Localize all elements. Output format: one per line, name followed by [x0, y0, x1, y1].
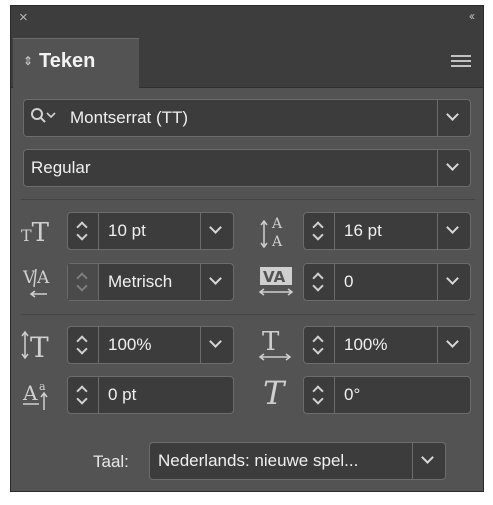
horizontal-scale-value: 100%: [344, 335, 388, 354]
chevron-down-icon: [421, 451, 434, 464]
language-label: Taal:: [93, 452, 129, 471]
font-size-icon: TT: [21, 218, 50, 248]
kerning-field[interactable]: Metrisch: [67, 263, 234, 301]
horizontal-scale-dropdown-button[interactable]: [437, 327, 470, 363]
font-style-dropdown-button[interactable]: [437, 150, 470, 186]
kerning-dropdown-button[interactable]: [200, 264, 233, 300]
chevron-down-icon: [209, 272, 222, 285]
character-panel: × ‹‹ ⇕ Teken Montserrat (TT) Regular TT …: [10, 5, 484, 492]
tracking-stepper[interactable]: [304, 264, 335, 300]
vertical-scale-field[interactable]: 100%: [67, 326, 234, 364]
font-style-dropdown[interactable]: Regular: [23, 149, 471, 187]
chevron-down-icon: [446, 108, 459, 121]
language-dropdown[interactable]: Nederlands: nieuwe spel...: [149, 442, 446, 480]
svg-text:T: T: [262, 327, 280, 357]
language-dropdown-button[interactable]: [412, 443, 445, 479]
leading-icon: A A: [260, 216, 283, 250]
tab-teken[interactable]: ⇕ Teken: [13, 38, 139, 89]
baseline-shift-icon: A a: [22, 380, 48, 410]
vertical-scale-icon: T: [21, 330, 49, 364]
skew-field[interactable]: 0°: [303, 376, 471, 414]
font-style-value: Regular: [31, 158, 91, 177]
section-divider: [21, 314, 475, 315]
tab-label: Teken: [39, 50, 96, 72]
close-icon[interactable]: ×: [19, 9, 28, 26]
svg-text:T: T: [30, 331, 49, 364]
baseline-shift-field[interactable]: 0 pt: [67, 376, 234, 414]
tab-strip: ⇕ Teken: [11, 30, 483, 89]
tracking-icon: VA: [258, 267, 294, 296]
font-size-dropdown-button[interactable]: [200, 213, 233, 249]
vertical-scale-value: 100%: [108, 335, 152, 354]
chevron-down-icon: [209, 221, 222, 234]
leading-value: 16 pt: [344, 221, 382, 240]
horizontal-scale-icon: T: [258, 327, 292, 361]
section-divider: [21, 199, 475, 200]
tracking-field[interactable]: 0: [303, 263, 471, 301]
font-family-dropdown[interactable]: Montserrat (TT): [23, 99, 471, 137]
search-icon: [31, 108, 56, 123]
font-family-dropdown-button[interactable]: [437, 100, 470, 136]
language-value: Nederlands: nieuwe spel...: [158, 451, 359, 470]
kerning-value: Metrisch: [108, 272, 173, 291]
panel-menu-icon[interactable]: [451, 55, 471, 69]
chevron-down-icon: [446, 158, 459, 171]
leading-stepper[interactable]: [304, 213, 335, 249]
tracking-value: 0: [344, 272, 354, 291]
chevron-down-icon: [446, 335, 459, 348]
leading-dropdown-button[interactable]: [437, 213, 470, 249]
skew-stepper[interactable]: [304, 377, 335, 413]
chevron-down-icon: [446, 221, 459, 234]
kerning-icon: V A: [22, 268, 50, 298]
font-size-stepper[interactable]: [68, 213, 99, 249]
tracking-dropdown-button[interactable]: [437, 264, 470, 300]
collapse-icon[interactable]: ‹‹: [469, 9, 475, 23]
font-size-value: 10 pt: [108, 221, 146, 240]
baseline-shift-stepper[interactable]: [68, 377, 99, 413]
skew-icon: T: [263, 374, 285, 412]
svg-text:A: A: [36, 268, 50, 288]
expand-arrows-icon: ⇕: [23, 54, 34, 68]
skew-value: 0°: [344, 385, 361, 404]
svg-text:a: a: [39, 380, 46, 393]
svg-text:A: A: [271, 216, 283, 232]
vertical-scale-dropdown-button[interactable]: [200, 327, 233, 363]
kerning-stepper[interactable]: [68, 264, 99, 300]
svg-text:A: A: [271, 234, 283, 250]
chevron-down-icon: [209, 335, 222, 348]
chevron-down-icon: [446, 272, 459, 285]
vertical-scale-stepper[interactable]: [68, 327, 99, 363]
font-family-value: Montserrat (TT): [70, 108, 189, 127]
panel-titlebar: × ‹‹: [11, 6, 483, 30]
horizontal-scale-field[interactable]: 100%: [303, 326, 471, 364]
svg-text:VA: VA: [263, 268, 286, 286]
horizontal-scale-stepper[interactable]: [304, 327, 335, 363]
svg-text:A: A: [22, 381, 38, 405]
font-size-field[interactable]: 10 pt: [67, 212, 234, 250]
baseline-shift-value: 0 pt: [108, 385, 137, 404]
leading-field[interactable]: 16 pt: [303, 212, 471, 250]
